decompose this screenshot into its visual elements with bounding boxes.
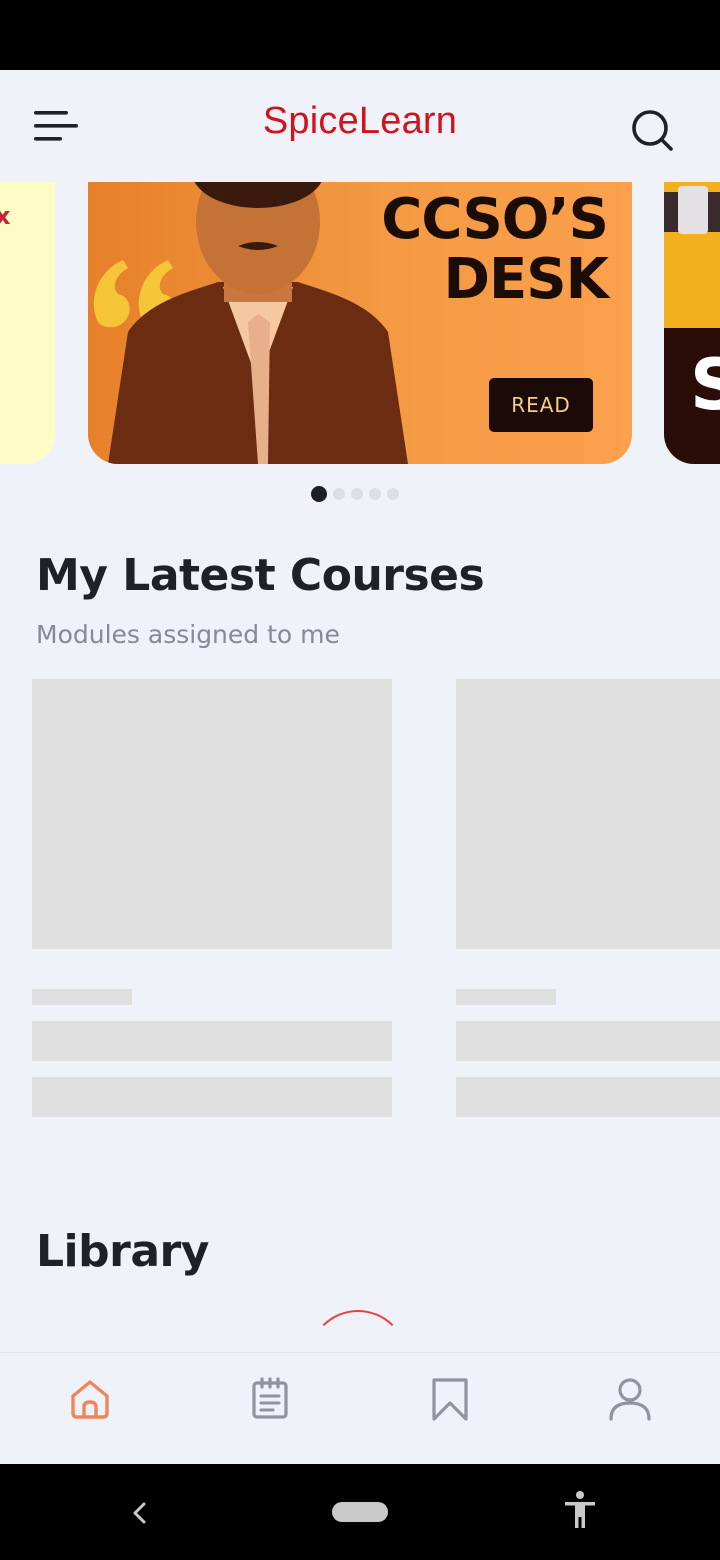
course-title-skeleton	[32, 1021, 392, 1061]
nav-assignments[interactable]	[242, 1371, 298, 1427]
slide-fragment-letter: S	[690, 344, 720, 426]
banner-headline: CCSO’S DESK	[378, 187, 609, 312]
course-thumbnail-skeleton	[32, 679, 392, 949]
banner-slide-previous[interactable]: x	[0, 182, 55, 464]
read-button[interactable]: READ	[489, 378, 593, 432]
bottom-navigation	[0, 1352, 720, 1464]
banner-headline-line-2: DESK	[443, 247, 609, 312]
banner-slide-next[interactable]: S	[664, 182, 720, 464]
clipboard-list-icon	[252, 1377, 288, 1419]
accessibility-icon[interactable]	[562, 1490, 598, 1530]
status-bar	[0, 0, 720, 70]
back-icon[interactable]	[126, 1498, 152, 1528]
course-title-skeleton	[456, 1021, 720, 1061]
pager-dot[interactable]	[387, 488, 399, 500]
carousel-pager	[311, 486, 399, 502]
course-meta-skeleton	[32, 1077, 392, 1117]
user-icon	[609, 1378, 651, 1421]
course-tag-skeleton	[456, 989, 556, 1005]
home-pill-button[interactable]	[332, 1502, 388, 1522]
pager-dot[interactable]	[369, 488, 381, 500]
bookmark-icon	[432, 1378, 468, 1421]
app-screen: SpiceLearn x CCSO’S DESK READ S My Lates…	[0, 70, 720, 1464]
library-section-title: Library	[36, 1226, 209, 1277]
pager-dot-active[interactable]	[311, 486, 327, 502]
nav-profile[interactable]	[602, 1371, 658, 1427]
home-icon	[71, 1380, 109, 1419]
banner-carousel[interactable]: x CCSO’S DESK READ S	[0, 182, 720, 464]
nav-bookmarks[interactable]	[422, 1371, 478, 1427]
pager-dot[interactable]	[351, 488, 363, 500]
course-meta-skeleton	[456, 1077, 720, 1117]
slide-fragment-object	[678, 186, 708, 234]
nav-home[interactable]	[62, 1371, 118, 1427]
search-icon[interactable]	[626, 104, 678, 156]
banner-slide-ccso-desk[interactable]: CCSO’S DESK READ	[88, 182, 632, 464]
pager-dot[interactable]	[333, 488, 345, 500]
courses-section-subtitle: Modules assigned to me	[36, 620, 340, 649]
banner-headline-line-1: CCSO’S	[381, 187, 609, 252]
slide-fragment-mark: x	[0, 202, 11, 230]
course-tag-skeleton	[32, 989, 132, 1005]
app-title: SpiceLearn	[262, 100, 458, 142]
system-navigation-bar	[0, 1464, 720, 1560]
speaker-photo	[108, 182, 408, 464]
top-app-bar: SpiceLearn	[0, 70, 720, 182]
courses-section-title: My Latest Courses	[36, 550, 485, 601]
course-thumbnail-skeleton	[456, 679, 720, 949]
